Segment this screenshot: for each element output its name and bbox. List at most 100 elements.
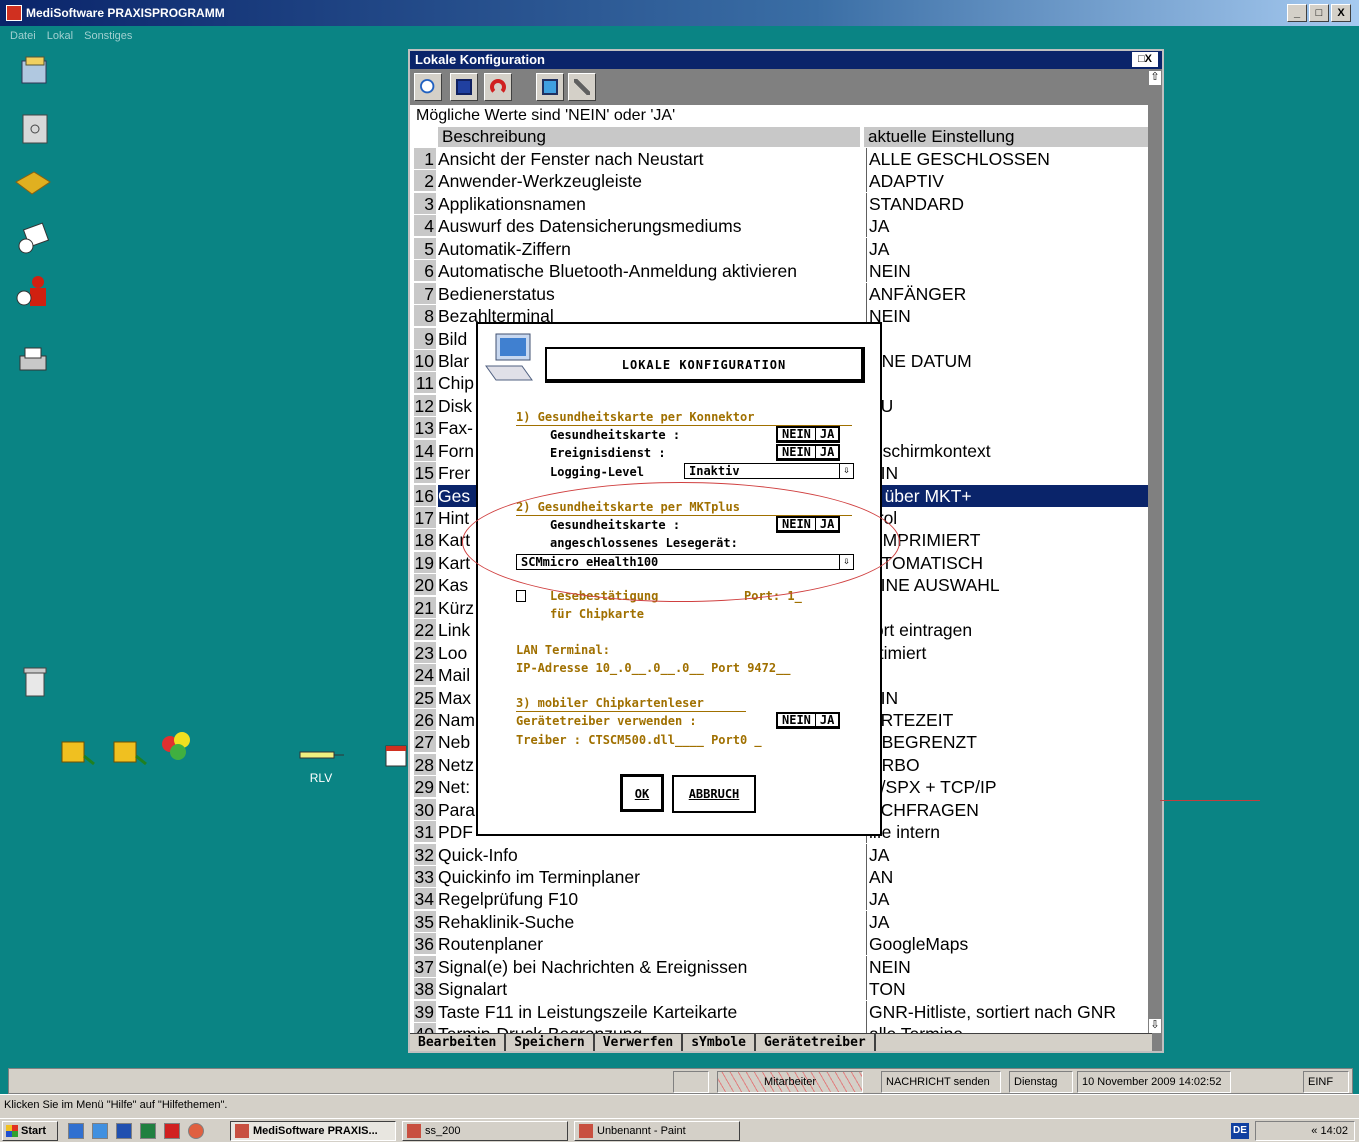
row-value[interactable]: GoogleMaps bbox=[866, 933, 1150, 956]
row-value[interactable]: ALLE GESCHLOSSEN bbox=[866, 148, 1150, 170]
doctor-clock-icon[interactable] bbox=[14, 274, 52, 308]
treiber-field[interactable]: Treiber : CTSCM500.dll____ Port0 _ bbox=[516, 733, 762, 747]
scroll-down-icon[interactable]: ⇩ bbox=[1149, 1019, 1161, 1033]
settings-row[interactable]: 34 Regelprüfung F10 JA bbox=[414, 888, 1150, 911]
settings-row[interactable]: 6 Automatische Bluetooth-Anmeldung aktivi… bbox=[414, 260, 1150, 283]
safe-icon[interactable] bbox=[18, 112, 56, 146]
nein-option[interactable]: NEIN bbox=[778, 428, 816, 441]
func-speichern[interactable]: Speichern bbox=[506, 1034, 595, 1051]
row-value[interactable]: EINE AUSWAHL bbox=[866, 574, 1150, 597]
settings-row[interactable]: 33 Quickinfo im Terminplaner AN bbox=[414, 866, 1150, 888]
nein-option[interactable]: NEIN bbox=[778, 446, 816, 459]
ie-icon[interactable] bbox=[68, 1123, 84, 1139]
row-value[interactable]: JA bbox=[866, 910, 1150, 933]
row-value[interactable]: URBO bbox=[866, 753, 1150, 776]
settings-row[interactable]: 37 Signal(e) bei Nachrichten & Ereignisse… bbox=[414, 955, 1150, 978]
settings-row[interactable]: 7 Bedienerstatus ANFÄNGER bbox=[414, 282, 1150, 305]
excel-icon[interactable] bbox=[140, 1123, 156, 1139]
row-value[interactable]: ADAPTIV bbox=[866, 170, 1150, 193]
row-value[interactable]: NBEGRENZT bbox=[866, 731, 1150, 754]
lesegeraet-select[interactable]: SCMmicro eHealth100 ⇩ bbox=[516, 554, 854, 570]
row-value[interactable]: ARTEZEIT bbox=[866, 708, 1150, 731]
minimize-button[interactable]: _ bbox=[1287, 4, 1307, 22]
row-value[interactable]: ACHFRAGEN bbox=[866, 798, 1150, 821]
nachricht-senden-button[interactable]: NACHRICHT senden bbox=[881, 1071, 1001, 1093]
save-button[interactable] bbox=[450, 73, 478, 101]
print-preview-button[interactable] bbox=[414, 73, 442, 101]
ja-option[interactable]: JA bbox=[816, 518, 838, 531]
abbruch-button[interactable]: ABBRUCH bbox=[672, 775, 756, 813]
card-reader-icon-2[interactable] bbox=[110, 736, 148, 770]
ok-button[interactable]: OK bbox=[620, 774, 664, 812]
column-header-description[interactable]: Beschreibung bbox=[438, 127, 860, 147]
row-value[interactable]: TON bbox=[866, 978, 1150, 1001]
ip-address-field[interactable]: IP-Adresse 10_.0__.0__.0__ Port 9472__ bbox=[516, 661, 791, 675]
mktplus-gk-toggle[interactable]: NEIN JA bbox=[776, 516, 841, 533]
row-value[interactable]: X/SPX + TCP/IP bbox=[866, 776, 1150, 799]
task-ss200[interactable]: ss_200 bbox=[402, 1121, 568, 1141]
recycle-bin-icon[interactable] bbox=[18, 664, 56, 698]
word-icon[interactable] bbox=[116, 1123, 132, 1139]
row-value[interactable]: ilfe intern bbox=[866, 821, 1150, 844]
konnektor-gk-toggle[interactable]: NEIN JA bbox=[776, 426, 841, 443]
ja-option[interactable]: JA bbox=[816, 714, 838, 727]
rlv-syringe-icon[interactable]: RLV bbox=[296, 744, 350, 785]
maximize-button[interactable]: □ bbox=[1309, 4, 1329, 22]
settings-row[interactable]: 5 Automatik-Ziffern JA bbox=[414, 237, 1150, 260]
nein-option[interactable]: NEIN bbox=[778, 518, 816, 531]
row-value[interactable]: A bbox=[866, 372, 1150, 395]
row-value[interactable]: OMPRIMIERT bbox=[866, 529, 1150, 552]
lesebestaetigung-checkbox[interactable] bbox=[516, 590, 526, 602]
func-symbole[interactable]: sYmbole bbox=[683, 1034, 756, 1051]
row-value[interactable]: GNR-Hitliste, sortiert nach GNR bbox=[866, 1000, 1150, 1023]
row-value[interactable]: NEIN bbox=[866, 305, 1150, 328]
browser-icon[interactable] bbox=[92, 1123, 108, 1139]
row-value[interactable]: JA bbox=[866, 215, 1150, 238]
row-value[interactable]: EIN bbox=[866, 686, 1150, 709]
language-indicator[interactable]: DE bbox=[1231, 1123, 1249, 1139]
func-verwerfen[interactable]: Verwerfen bbox=[595, 1034, 684, 1051]
config-window-close-button[interactable]: □X bbox=[1132, 52, 1158, 67]
row-value[interactable]: ANFÄNGER bbox=[866, 282, 1150, 305]
chevron-down-icon[interactable]: ⇩ bbox=[839, 464, 853, 478]
settings-row[interactable]: 32 Quick-Info JA bbox=[414, 843, 1150, 866]
row-value[interactable]: EIN bbox=[866, 462, 1150, 485]
close-button[interactable]: X bbox=[1331, 4, 1351, 22]
user-icon[interactable] bbox=[673, 1071, 709, 1093]
vertical-scrollbar[interactable]: ⇧ ⇩ bbox=[1148, 69, 1162, 1051]
row-value[interactable]: N bbox=[866, 327, 1150, 350]
task-paint[interactable]: Unbenannt - Paint bbox=[574, 1121, 740, 1141]
card-reader-icon[interactable] bbox=[58, 736, 96, 770]
logging-level-select[interactable]: Inaktiv ⇩ bbox=[684, 463, 854, 479]
ereignisdienst-toggle[interactable]: NEIN JA bbox=[776, 444, 841, 461]
settings-row[interactable]: 4 Auswurf des Datensicherungsmediums JA bbox=[414, 215, 1150, 238]
mitarbeiter-field[interactable]: Mitarbeiter bbox=[717, 1071, 863, 1093]
media-icon[interactable] bbox=[188, 1123, 204, 1139]
row-value[interactable]: AN bbox=[866, 866, 1150, 888]
row-value[interactable]: JA bbox=[866, 888, 1150, 911]
row-value[interactable]: STANDARD bbox=[866, 192, 1150, 215]
settings-row[interactable]: 38 Signalart TON bbox=[414, 978, 1150, 1001]
chevron-down-icon[interactable]: ⇩ bbox=[839, 555, 853, 569]
calendar-clock-icon[interactable] bbox=[16, 222, 54, 256]
ja-option[interactable]: JA bbox=[816, 428, 838, 441]
row-value[interactable]: JA bbox=[866, 843, 1150, 866]
row-value[interactable]: UTOMATISCH bbox=[866, 551, 1150, 574]
settings-row[interactable]: 1 Ansicht der Fenster nach Neustart ALLE G… bbox=[414, 148, 1150, 170]
monitor-button[interactable] bbox=[536, 73, 564, 101]
book-icon[interactable] bbox=[14, 168, 52, 202]
settings-row[interactable]: 2 Anwender-Werkzeugleiste ADAPTIV bbox=[414, 170, 1150, 193]
task-medisoftware[interactable]: MediSoftware PRAXIS... bbox=[230, 1121, 396, 1141]
row-value[interactable]: JA bbox=[866, 237, 1150, 260]
nein-option[interactable]: NEIN bbox=[778, 714, 816, 727]
settings-row[interactable]: 36 Routenplaner GoogleMaps bbox=[414, 933, 1150, 956]
settings-row[interactable]: 35 Rehaklinik-Suche JA bbox=[414, 910, 1150, 933]
row-value[interactable]: fort eintragen bbox=[866, 619, 1150, 642]
row-value[interactable]: EU bbox=[866, 394, 1150, 417]
column-header-setting[interactable]: aktuelle Einstellung bbox=[864, 127, 1148, 147]
tools-button[interactable] bbox=[568, 73, 596, 101]
func-geraetetreiber[interactable]: Gerätetreiber bbox=[756, 1034, 876, 1051]
row-value[interactable]: . bbox=[866, 417, 1150, 440]
row-value[interactable]: ldschirmkontext bbox=[866, 439, 1150, 462]
menu-lokal[interactable]: Lokal bbox=[47, 30, 73, 42]
